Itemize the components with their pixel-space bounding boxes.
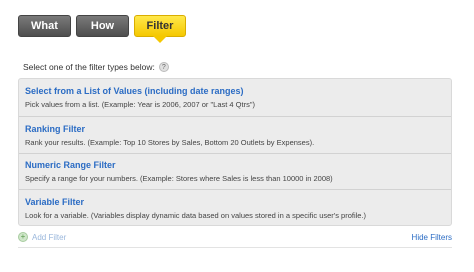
filter-footer: + Add Filter Hide Filters bbox=[18, 232, 452, 242]
option-title[interactable]: Numeric Range Filter bbox=[25, 159, 451, 171]
instruction-text: Select one of the filter types below: bbox=[23, 62, 155, 72]
option-title[interactable]: Variable Filter bbox=[25, 196, 451, 208]
option-numeric-range-filter[interactable]: Numeric Range Filter Specify a range for… bbox=[19, 153, 451, 184]
tab-how[interactable]: How bbox=[76, 15, 129, 37]
tab-filter[interactable]: Filter bbox=[134, 15, 186, 43]
instruction-row: Select one of the filter types below: ? bbox=[23, 62, 169, 72]
help-icon[interactable]: ? bbox=[158, 62, 169, 72]
add-filter-label: Add Filter bbox=[32, 232, 67, 242]
hide-filters-link[interactable]: Hide Filters bbox=[412, 233, 452, 242]
option-variable-filter[interactable]: Variable Filter Look for a variable. (Va… bbox=[19, 189, 451, 221]
option-ranking-filter[interactable]: Ranking Filter Rank your results. (Examp… bbox=[19, 116, 451, 148]
option-description: Pick values from a list. (Example: Year … bbox=[25, 100, 256, 109]
divider bbox=[18, 247, 452, 248]
option-list-of-values[interactable]: Select from a List of Values (including … bbox=[19, 85, 451, 110]
option-description: Look for a variable. (Variables display … bbox=[25, 211, 367, 220]
filter-type-list: Select from a List of Values (including … bbox=[18, 78, 452, 226]
option-description: Rank your results. (Example: Top 10 Stor… bbox=[25, 138, 315, 147]
option-title[interactable]: Ranking Filter bbox=[25, 123, 451, 135]
tab-what[interactable]: What bbox=[18, 15, 71, 37]
plus-icon: + bbox=[18, 232, 28, 242]
option-title[interactable]: Select from a List of Values (including … bbox=[25, 85, 451, 97]
add-filter-button[interactable]: + Add Filter bbox=[18, 232, 66, 242]
wizard-tabs: What How Filter bbox=[18, 15, 186, 43]
option-description: Specify a range for your numbers. (Examp… bbox=[25, 174, 333, 183]
